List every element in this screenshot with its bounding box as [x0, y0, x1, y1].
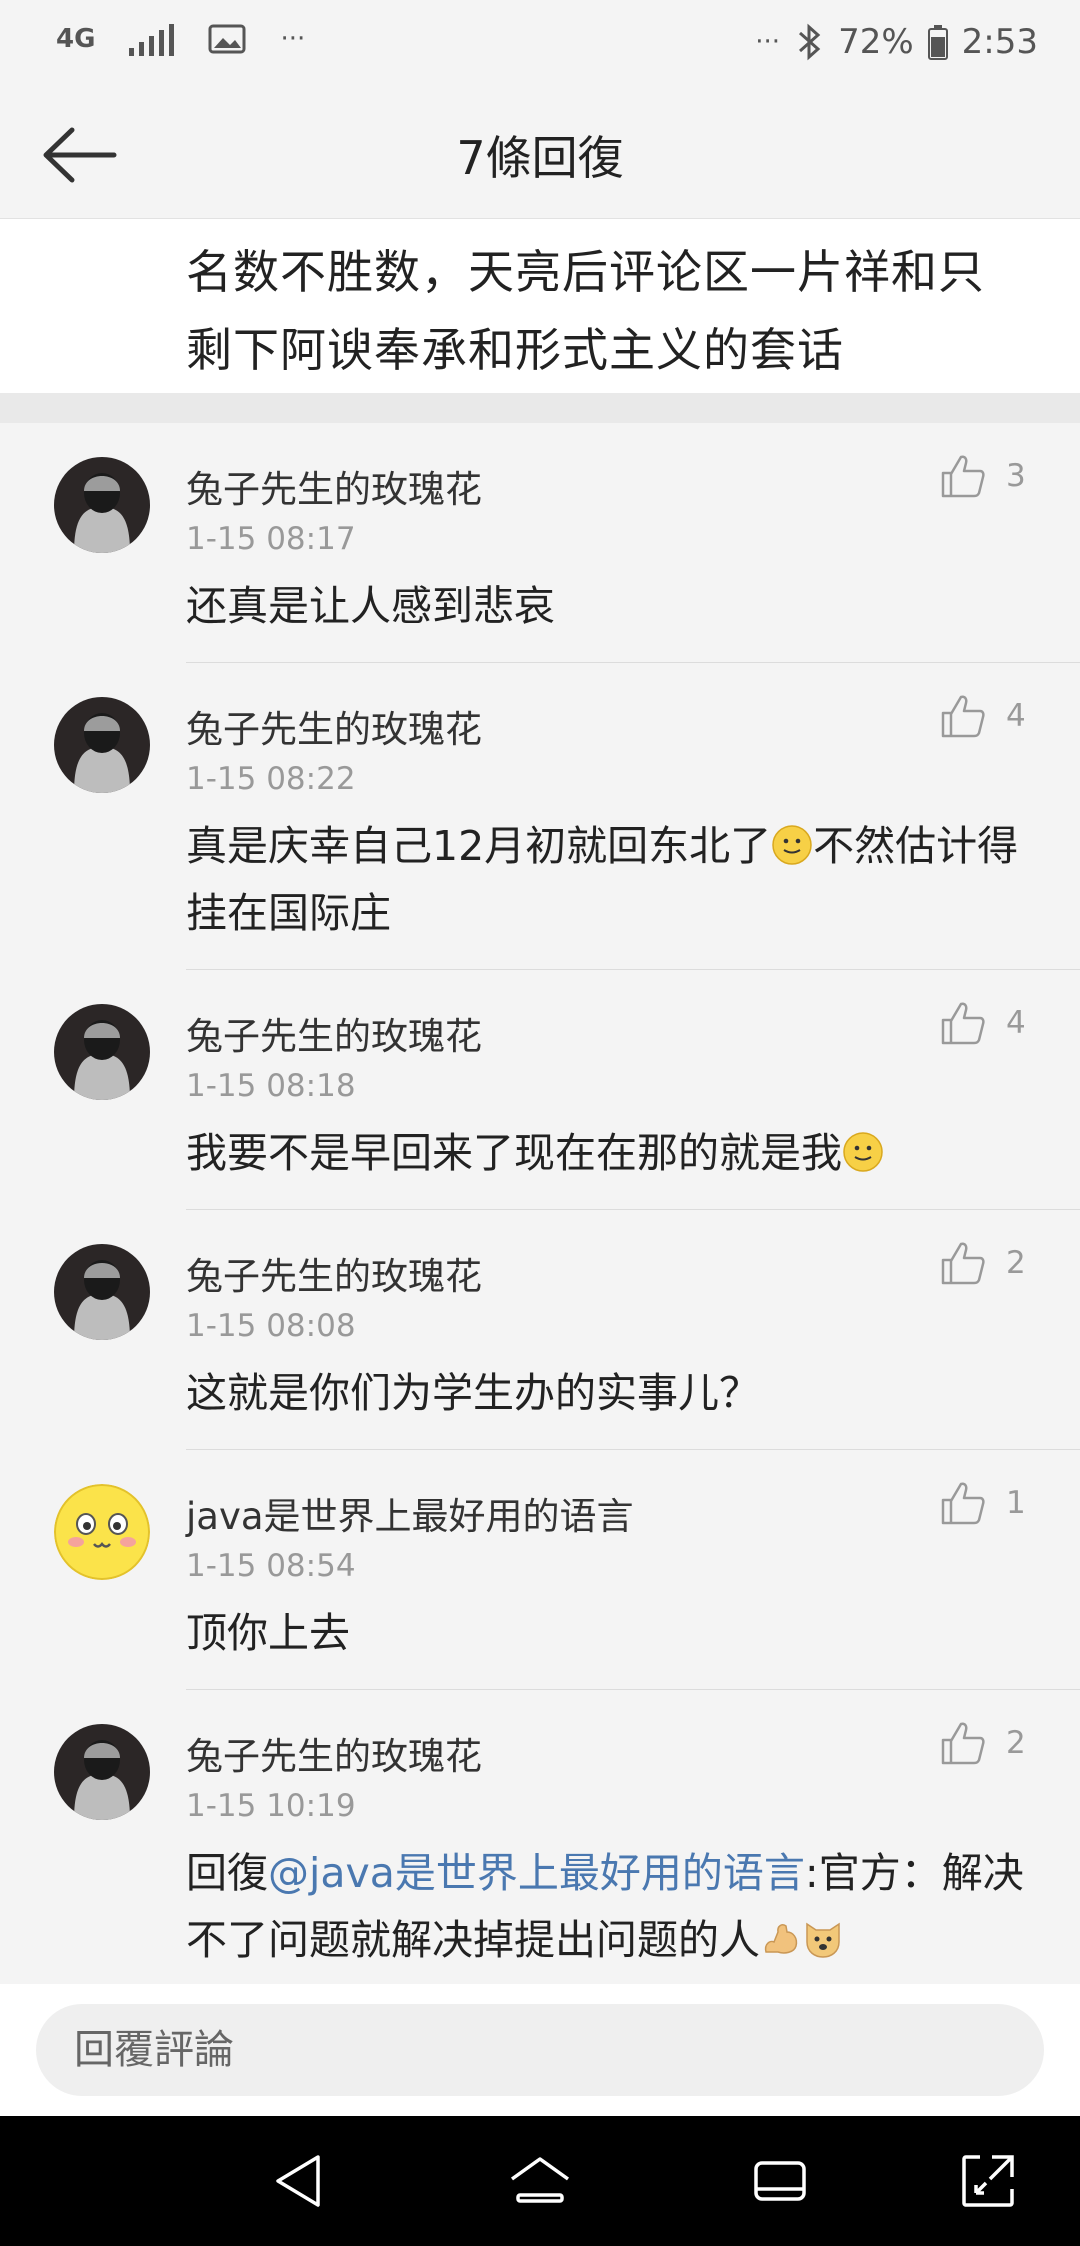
- reply-time: 1-15 08:08: [186, 1308, 356, 1344]
- reply-list: 兔子先生的玫瑰花 3 1-15 08:17 还真是让人感到悲哀 兔子先生的玫瑰花…: [0, 423, 1080, 1990]
- like-button[interactable]: 1: [940, 1480, 1026, 1526]
- signal-icon: [129, 22, 175, 56]
- original-comment-text: 名数不胜数，天亮后评论区一片祥和只剩下阿谀奉承和形式主义的套话: [186, 245, 985, 377]
- section-divider: [0, 393, 1080, 423]
- clock: 2:53: [961, 22, 1038, 62]
- image-notification-icon: [208, 24, 246, 54]
- more-status: ···: [755, 27, 781, 57]
- reply-item: 兔子先生的玫瑰花 2 1-15 10:19 回復@java是世界上最好用的语言:…: [0, 1690, 1080, 1990]
- reply-text: 真是庆幸自己12月初就回东北了 不然估计得挂在国际庄: [186, 822, 1019, 937]
- page-title: 7條回復: [456, 131, 624, 185]
- doge-emoji-icon: [806, 1922, 840, 1958]
- avatar[interactable]: [54, 1004, 150, 1100]
- reply-time: 1-15 08:22: [186, 761, 356, 797]
- reply-username[interactable]: 兔子先生的玫瑰花: [186, 699, 482, 753]
- avatar[interactable]: [54, 1484, 150, 1580]
- like-count: 2: [1006, 1245, 1026, 1281]
- like-button[interactable]: 3: [940, 453, 1026, 499]
- nav-expand-icon[interactable]: [956, 2149, 1020, 2213]
- network-indicator: 4G: [56, 24, 96, 54]
- user-mention-link[interactable]: @java是世界上最好用的语言: [268, 1849, 805, 1897]
- smile-emoji-icon: [772, 825, 812, 865]
- like-button[interactable]: 4: [940, 693, 1026, 739]
- bluetooth-icon: [799, 23, 821, 61]
- like-count: 1: [1006, 1485, 1026, 1521]
- top-bar: 7條回復: [0, 90, 1080, 219]
- reply-text: 我要不是早回来了现在在那的就是我: [186, 1120, 1046, 1187]
- avatar[interactable]: [54, 457, 150, 553]
- reply-username[interactable]: 兔子先生的玫瑰花: [186, 1006, 482, 1060]
- reply-input-bar: 回覆評論: [0, 1984, 1080, 2116]
- thumbs-up-icon: [941, 1242, 985, 1285]
- more-notifications: ···: [280, 24, 306, 54]
- reply-text: 回復@java是世界上最好用的语言:官方：解决不了问题就解决掉提出问题的人: [186, 1849, 1024, 1964]
- smile-emoji-icon: [843, 1132, 883, 1172]
- reply-username[interactable]: java是世界上最好用的语言: [186, 1486, 634, 1540]
- like-button[interactable]: 4: [940, 1000, 1026, 1046]
- reply-username[interactable]: 兔子先生的玫瑰花: [186, 1246, 482, 1300]
- like-count: 3: [1006, 458, 1026, 494]
- system-nav-bar: [0, 2116, 1080, 2246]
- battery-icon: [927, 25, 948, 60]
- thumbs-up-icon: [941, 695, 985, 738]
- reply-text: 还真是让人感到悲哀: [186, 582, 555, 630]
- like-count: 4: [1006, 1005, 1026, 1041]
- status-bar: 4G ··· ··· 72% 2:53: [0, 0, 1080, 90]
- nav-recents-icon[interactable]: [748, 2149, 812, 2213]
- reply-item: 兔子先生的玫瑰花 4 1-15 08:22 真是庆幸自己12月初就回东北了 不然估…: [0, 663, 1080, 970]
- thumbs-up-icon: [941, 1722, 985, 1765]
- avatar[interactable]: [54, 1724, 150, 1820]
- like-button[interactable]: 2: [940, 1240, 1026, 1286]
- reply-item: 兔子先生的玫瑰花 3 1-15 08:17 还真是让人感到悲哀: [0, 423, 1080, 663]
- reply-time: 1-15 08:18: [186, 1068, 356, 1104]
- reply-item: java是世界上最好用的语言 1 1-15 08:54 顶你上去: [0, 1450, 1080, 1690]
- reply-item: 兔子先生的玫瑰花 2 1-15 08:08 这就是你们为学生办的实事儿？: [0, 1210, 1080, 1450]
- original-comment: 名数不胜数，天亮后评论区一片祥和只剩下阿谀奉承和形式主义的套话: [0, 219, 1080, 393]
- reply-username[interactable]: 兔子先生的玫瑰花: [186, 1726, 482, 1780]
- reply-username[interactable]: 兔子先生的玫瑰花: [186, 459, 482, 513]
- battery-percent: 72%: [838, 22, 914, 62]
- reply-input[interactable]: 回覆評論: [36, 2004, 1044, 2096]
- thumbs-up-icon: [941, 455, 985, 498]
- reply-text: 这就是你们为学生办的实事儿？: [186, 1369, 760, 1417]
- reply-time: 1-15 10:19: [186, 1788, 356, 1824]
- reply-time: 1-15 08:54: [186, 1548, 356, 1584]
- avatar[interactable]: [54, 697, 150, 793]
- reply-text: 顶你上去: [186, 1609, 350, 1657]
- like-count: 4: [1006, 698, 1026, 734]
- like-button[interactable]: 2: [940, 1720, 1026, 1766]
- avatar[interactable]: [54, 1244, 150, 1340]
- thumbs-up-icon: [941, 1482, 985, 1525]
- nav-home-icon[interactable]: [508, 2149, 572, 2213]
- thumbs-up-icon: [941, 1002, 985, 1045]
- flexed-biceps-emoji-icon: [764, 1924, 798, 1954]
- reply-time: 1-15 08:17: [186, 521, 356, 557]
- reply-item: 兔子先生的玫瑰花 4 1-15 08:18 我要不是早回来了现在在那的就是我: [0, 970, 1080, 1210]
- nav-back-icon[interactable]: [268, 2149, 332, 2213]
- like-count: 2: [1006, 1725, 1026, 1761]
